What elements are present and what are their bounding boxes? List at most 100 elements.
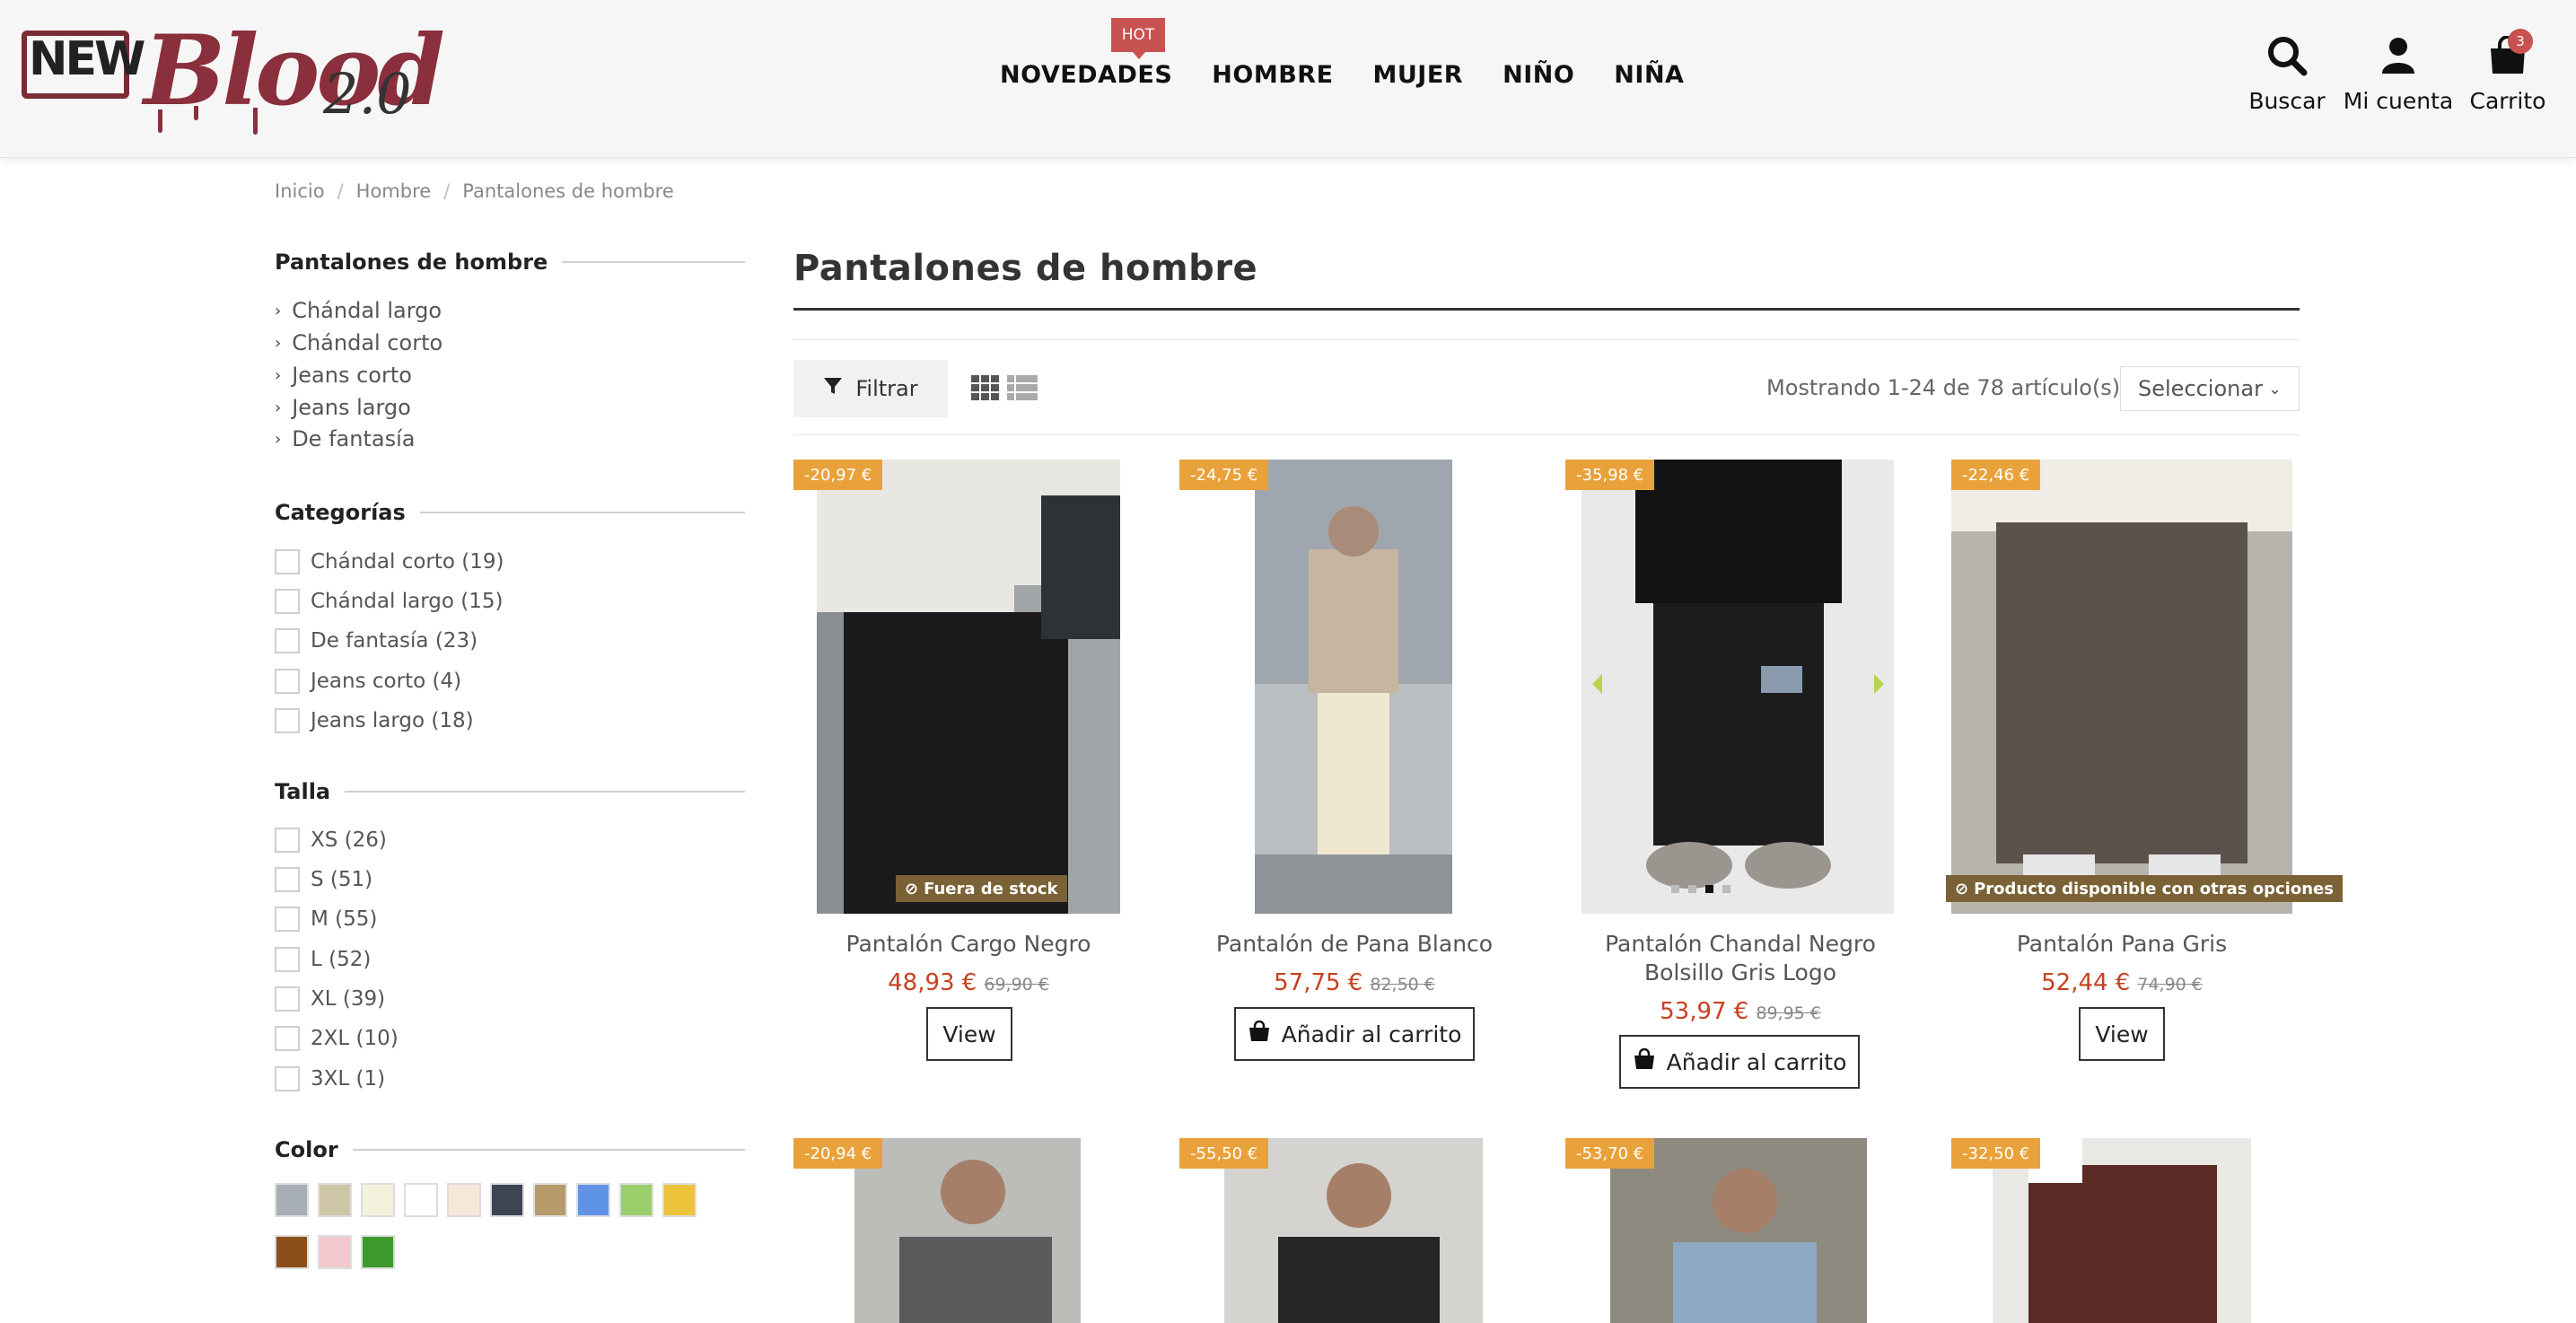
facet-checkbox-talla[interactable]: XL (39) — [275, 986, 385, 1012]
breadcrumb-hombre[interactable]: Hombre — [356, 180, 432, 202]
breadcrumb-separator: / — [443, 180, 451, 202]
filter-button[interactable]: Filtrar — [793, 360, 948, 417]
old-price: 69,90 € — [984, 975, 1049, 994]
color-swatch[interactable] — [576, 1183, 610, 1217]
carousel-dot-active[interactable] — [1705, 885, 1713, 893]
facet-label: 2XL (10) — [311, 1027, 399, 1050]
facet-checkbox-talla[interactable]: L (52) — [275, 947, 371, 972]
nav-item-nino[interactable]: NIÑO — [1503, 61, 1574, 89]
ban-icon: ⊘ — [905, 879, 919, 898]
site-logo[interactable]: NEW Blood 2.0 — [18, 14, 445, 136]
grid-view-icon[interactable] — [971, 375, 1000, 404]
breadcrumb-inicio[interactable]: Inicio — [275, 180, 325, 202]
product-image[interactable] — [854, 1138, 1081, 1323]
checkbox[interactable] — [275, 1066, 300, 1091]
ban-icon: ⊘ — [1955, 879, 1969, 898]
color-swatch[interactable] — [361, 1183, 395, 1217]
facet-checkbox-talla[interactable]: 3XL (1) — [275, 1066, 385, 1091]
facet-checkbox-categoria[interactable]: Chándal corto (19) — [275, 549, 504, 574]
facet-checkbox-talla[interactable]: S (51) — [275, 867, 372, 892]
hot-badge: HOT — [1111, 18, 1165, 59]
checkbox[interactable] — [275, 867, 300, 892]
product-image[interactable] — [1951, 460, 2292, 914]
checkbox[interactable] — [275, 549, 300, 574]
subcategory-jeans-largo[interactable]: › Jeans largo — [275, 395, 411, 420]
checkbox[interactable] — [275, 669, 300, 694]
cart-count-badge: 3 — [2508, 29, 2533, 54]
checkbox[interactable] — [275, 1026, 300, 1051]
product-name[interactable]: Pantalón Chandal Negro Bolsillo Gris Log… — [1565, 930, 1915, 987]
checkbox[interactable] — [275, 986, 300, 1012]
subcategory-de-fantasia[interactable]: › De fantasía — [275, 426, 415, 451]
product-name[interactable]: Pantalón Pana Gris — [1951, 930, 2292, 959]
discount-badge: -22,46 € — [1951, 460, 2041, 490]
checkbox[interactable] — [275, 907, 300, 932]
view-button[interactable]: View — [2079, 1007, 2165, 1061]
facet-label: XS (26) — [311, 828, 387, 852]
subcategory-chandal-corto[interactable]: › Chándal corto — [275, 330, 442, 355]
facet-checkbox-categoria[interactable]: Chándal largo (15) — [275, 589, 503, 614]
color-swatch[interactable] — [490, 1183, 524, 1217]
carousel-dot[interactable] — [1671, 885, 1679, 893]
list-view-icon[interactable] — [1007, 375, 1038, 404]
facet-checkbox-talla[interactable]: XS (26) — [275, 828, 387, 853]
subcategory-chandal-largo[interactable]: › Chándal largo — [275, 298, 442, 323]
color-swatch[interactable] — [533, 1183, 567, 1217]
product-image[interactable] — [1582, 460, 1894, 914]
sort-select[interactable]: Seleccionar ⌄ — [2120, 366, 2300, 411]
add-to-cart-button[interactable]: Añadir al carrito — [1619, 1035, 1860, 1089]
color-swatch[interactable] — [275, 1235, 309, 1269]
facet-checkbox-talla[interactable]: 2XL (10) — [275, 1026, 399, 1051]
checkbox[interactable] — [275, 947, 300, 972]
facet-label: De fantasía (23) — [311, 629, 478, 653]
carousel-prev-arrow-icon[interactable] — [1592, 674, 1602, 694]
subcategory-jeans-corto[interactable]: › Jeans corto — [275, 363, 412, 388]
product-name[interactable]: Pantalón Cargo Negro — [793, 930, 1143, 959]
color-swatch[interactable] — [275, 1183, 309, 1217]
facet-checkbox-categoria[interactable]: Jeans largo (18) — [275, 708, 474, 733]
product-image[interactable] — [817, 460, 1120, 914]
checkbox[interactable] — [275, 828, 300, 853]
product-price: 57,75 € 82,50 € — [1179, 969, 1529, 996]
color-swatch[interactable] — [318, 1235, 352, 1269]
chevron-right-icon: › — [275, 398, 282, 417]
current-price: 57,75 € — [1274, 969, 1363, 996]
nav-item-novedades[interactable]: NOVEDADES — [1000, 61, 1172, 89]
facet-title-color: Color — [275, 1137, 745, 1162]
product-name[interactable]: Pantalón de Pana Blanco — [1179, 930, 1529, 959]
checkbox[interactable] — [275, 628, 300, 653]
checkbox[interactable] — [275, 708, 300, 733]
flag-label: Fuera de stock — [924, 879, 1058, 898]
nav-item-nina[interactable]: NIÑA — [1614, 61, 1684, 89]
carousel-dot[interactable] — [1688, 885, 1696, 893]
checkbox[interactable] — [275, 589, 300, 614]
carousel-next-arrow-icon[interactable] — [1874, 674, 1884, 694]
color-swatch[interactable] — [662, 1183, 697, 1217]
breadcrumb-separator: / — [337, 180, 344, 202]
add-to-cart-button[interactable]: Añadir al carrito — [1234, 1007, 1475, 1061]
facet-checkbox-talla[interactable]: M (55) — [275, 907, 377, 932]
chevron-right-icon: › — [275, 429, 282, 449]
search-button[interactable]: Buscar — [2244, 32, 2330, 114]
carousel-dot[interactable] — [1722, 885, 1730, 893]
facet-checkbox-categoria[interactable]: Jeans corto (4) — [275, 669, 461, 694]
product-price: 52,44 € 74,90 € — [1951, 969, 2292, 996]
view-button[interactable]: View — [926, 1007, 1012, 1061]
divider — [352, 1149, 745, 1151]
cart-button[interactable]: 3 Carrito — [2468, 29, 2547, 114]
color-swatch[interactable] — [619, 1183, 653, 1217]
nav-item-mujer[interactable]: MUJER — [1373, 61, 1464, 89]
filter-icon — [823, 376, 843, 401]
old-price: 74,90 € — [2137, 975, 2203, 994]
nav-item-hombre[interactable]: HOMBRE — [1212, 61, 1333, 89]
account-button[interactable]: Mi cuenta — [2343, 32, 2454, 114]
color-swatch[interactable] — [361, 1235, 395, 1269]
color-swatch[interactable] — [318, 1183, 352, 1217]
product-image[interactable] — [1255, 460, 1452, 914]
color-swatch[interactable] — [404, 1183, 438, 1217]
account-label: Mi cuenta — [2343, 88, 2454, 114]
discount-badge: -20,94 € — [793, 1138, 883, 1169]
logo-drip — [253, 108, 258, 135]
color-swatch[interactable] — [447, 1183, 481, 1217]
facet-checkbox-categoria[interactable]: De fantasía (23) — [275, 628, 478, 653]
